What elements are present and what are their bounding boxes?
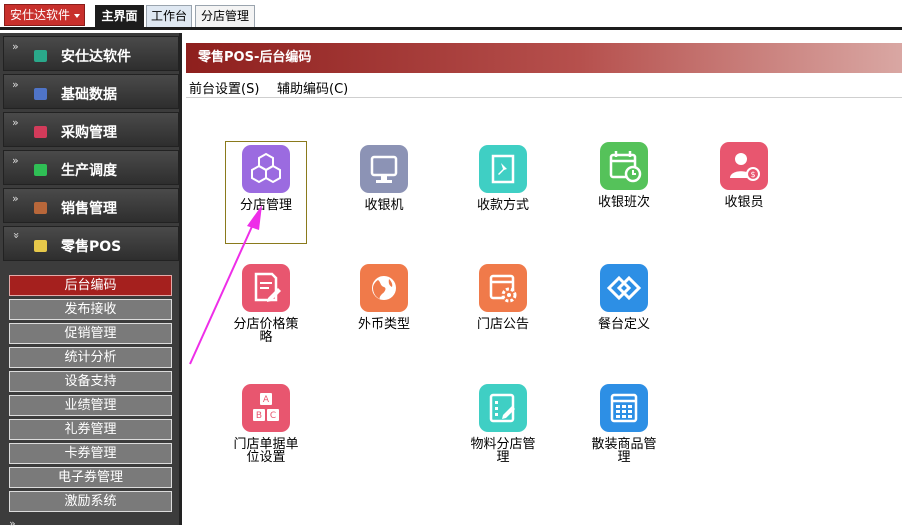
chevron-double-right-icon: » <box>12 192 19 205</box>
app-menu-label: 安仕达软件 <box>10 8 71 22</box>
abc-blocks-icon: ABC <box>242 384 290 432</box>
chevron-double-down-icon: » <box>9 232 23 239</box>
tile-label: 收款方式 <box>476 198 529 213</box>
tile-branch-management[interactable]: 分店管理 <box>216 145 316 212</box>
sidebar-group-label: 零售POS <box>61 239 122 255</box>
tile-label: 收银班次 <box>597 195 650 210</box>
pin-note-icon <box>479 145 527 193</box>
blue-cube-icon <box>34 88 47 100</box>
tile-label: 收银员 <box>724 195 764 210</box>
tile-label: 门店单据单位设置 <box>233 437 299 465</box>
svg-text:A: A <box>263 395 270 405</box>
green-cube-icon <box>34 164 47 176</box>
sidebar-group-retail-pos[interactable]: » 零售POS <box>3 226 179 261</box>
panel-menubar: 前台设置(S) 辅助编码(C) <box>186 74 902 98</box>
subitem-publish-receive[interactable]: 发布接收 <box>9 299 172 320</box>
chevron-double-right-icon: » <box>12 116 19 129</box>
chevron-double-right-icon: » <box>12 154 19 167</box>
subitem-card-voucher[interactable]: 卡券管理 <box>9 443 172 464</box>
sidebar-group-label: 采购管理 <box>61 125 117 141</box>
chevron-double-right-icon: » <box>12 40 19 53</box>
tile-label: 餐台定义 <box>597 317 650 332</box>
subitem-incentive[interactable]: 激励系统 <box>9 491 172 512</box>
retail-pos-submenu: 后台编码 发布接收 促销管理 统计分析 设备支持 业绩管理 礼券管理 卡券管理 … <box>9 275 173 515</box>
cashier-person-icon: $ <box>720 142 768 190</box>
teal-cube-icon <box>34 50 47 62</box>
tile-label: 分店管理 <box>239 198 292 213</box>
sidebar-group-anshida[interactable]: » 安仕达软件 <box>3 36 179 71</box>
panel-title: 零售POS-后台编码 <box>186 43 902 73</box>
brown-cube-icon <box>34 202 47 214</box>
app-menu-button[interactable]: 安仕达软件 <box>4 4 85 26</box>
menu-aux-coding[interactable]: 辅助编码(C) <box>277 78 348 97</box>
grid-table-icon <box>600 384 648 432</box>
sidebar-group-sales[interactable]: » 销售管理 <box>3 188 179 223</box>
yellow-cube-icon <box>34 240 47 252</box>
tile-cashier-shifts[interactable]: 收银班次 <box>574 142 674 209</box>
svg-text:$: $ <box>750 170 755 179</box>
tile-cashiers[interactable]: $ 收银员 <box>694 142 794 209</box>
cubes-icon <box>242 145 290 193</box>
tile-cash-register[interactable]: 收银机 <box>334 145 434 212</box>
svg-text:B: B <box>256 411 262 421</box>
chevron-double-right-icon[interactable]: » <box>3 517 179 530</box>
tile-label: 外币类型 <box>357 317 410 332</box>
chevron-double-right-icon: » <box>12 78 19 91</box>
calendar-clock-icon <box>600 142 648 190</box>
tab-main[interactable]: 主界面 <box>95 5 144 27</box>
tab-workbench[interactable]: 工作台 <box>146 5 192 27</box>
subitem-statistics[interactable]: 统计分析 <box>9 347 172 368</box>
checklist-edit-icon <box>479 384 527 432</box>
subitem-promotion[interactable]: 促销管理 <box>9 323 172 344</box>
sidebar: » 安仕达软件 » 基础数据 » 采购管理 » 生产调度 » 销售管理 » 零售… <box>0 33 182 530</box>
subitem-backend-coding[interactable]: 后台编码 <box>9 275 172 296</box>
subitem-e-voucher[interactable]: 电子券管理 <box>9 467 172 488</box>
tile-label: 散装商品管理 <box>591 437 657 465</box>
tile-branch-pricing[interactable]: 分店价格策略 <box>216 264 316 344</box>
tile-material-branch[interactable]: 物料分店管理 <box>453 384 553 464</box>
subitem-gift-voucher[interactable]: 礼券管理 <box>9 419 172 440</box>
menu-frontend-settings[interactable]: 前台设置(S) <box>189 78 259 97</box>
tab-branch-management[interactable]: 分店管理 <box>195 5 255 27</box>
sidebar-group-basic-data[interactable]: » 基础数据 <box>3 74 179 109</box>
tile-label: 收银机 <box>364 198 404 213</box>
tile-store-doc-units[interactable]: ABC 门店单据单位设置 <box>216 384 316 464</box>
sidebar-group-purchasing[interactable]: » 采购管理 <box>3 112 179 147</box>
subitem-device-support[interactable]: 设备支持 <box>9 371 172 392</box>
sidebar-group-label: 生产调度 <box>61 163 117 179</box>
tile-store-announcement[interactable]: 门店公告 <box>453 264 553 331</box>
monitor-icon <box>360 145 408 193</box>
sidebar-group-label: 销售管理 <box>61 201 117 217</box>
sidebar-group-label: 安仕达软件 <box>61 49 131 65</box>
tile-payment-methods[interactable]: 收款方式 <box>453 145 553 212</box>
red-cube-icon <box>34 126 47 138</box>
document-edit-icon <box>242 264 290 312</box>
tile-bulk-goods[interactable]: 散装商品管理 <box>574 384 674 464</box>
tile-foreign-currency[interactable]: 外币类型 <box>334 264 434 331</box>
tile-table-definition[interactable]: 餐台定义 <box>574 264 674 331</box>
subitem-performance[interactable]: 业绩管理 <box>9 395 172 416</box>
tile-label: 物料分店管理 <box>470 437 536 465</box>
svg-text:C: C <box>270 411 276 421</box>
tile-label: 分店价格策略 <box>233 317 299 345</box>
top-bar: 安仕达软件 主界面 工作台 分店管理 <box>0 0 902 30</box>
sidebar-group-production[interactable]: » 生产调度 <box>3 150 179 185</box>
globe-icon <box>360 264 408 312</box>
gear-window-icon <box>479 264 527 312</box>
sidebar-group-label: 基础数据 <box>61 87 117 103</box>
caret-down-icon <box>74 14 80 18</box>
tile-label: 门店公告 <box>476 317 529 332</box>
diamond-link-icon <box>600 264 648 312</box>
